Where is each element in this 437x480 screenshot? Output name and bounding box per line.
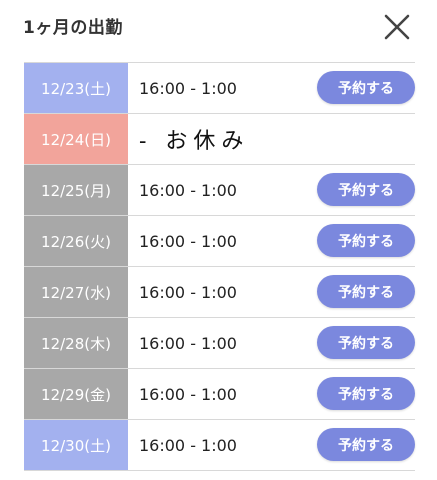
schedule-row: 12/27(水) 16:00 - 1:00 予約する bbox=[24, 267, 415, 318]
close-icon[interactable] bbox=[382, 12, 412, 42]
reserve-button[interactable]: 予約する bbox=[317, 428, 415, 461]
close-icon-graphic bbox=[384, 14, 410, 40]
time-cell: 16:00 - 1:00 bbox=[139, 435, 237, 455]
date-cell: 12/23(土) bbox=[24, 63, 128, 113]
reserve-button[interactable]: 予約する bbox=[317, 71, 415, 104]
page-title: 1ヶ月の出勤 bbox=[23, 18, 123, 38]
date-cell: 12/30(土) bbox=[24, 420, 128, 470]
day-off-label: - お休み bbox=[139, 129, 250, 154]
schedule-row: 12/25(月) 16:00 - 1:00 予約する bbox=[24, 165, 415, 216]
time-cell: 16:00 - 1:00 bbox=[139, 180, 237, 200]
date-cell: 12/28(木) bbox=[24, 318, 128, 368]
reserve-button[interactable]: 予約する bbox=[317, 326, 415, 359]
schedule-row: 12/30(土) 16:00 - 1:00 予約する bbox=[24, 420, 415, 471]
reserve-button[interactable]: 予約する bbox=[317, 173, 415, 206]
reserve-button[interactable]: 予約する bbox=[317, 377, 415, 410]
time-cell: 16:00 - 1:00 bbox=[139, 231, 237, 251]
time-cell: 16:00 - 1:00 bbox=[139, 282, 237, 302]
reserve-button[interactable]: 予約する bbox=[317, 275, 415, 308]
reserve-button[interactable]: 予約する bbox=[317, 224, 415, 257]
date-cell: 12/26(火) bbox=[24, 216, 128, 266]
schedule-row: 12/23(土) 16:00 - 1:00 予約する bbox=[24, 63, 415, 114]
date-cell: 12/27(水) bbox=[24, 267, 128, 317]
time-cell: 16:00 - 1:00 bbox=[139, 78, 237, 98]
date-cell: 12/24(日) bbox=[24, 114, 128, 164]
schedule-row: 12/24(日) - お休み bbox=[24, 114, 415, 165]
schedule-row: 12/28(木) 16:00 - 1:00 予約する bbox=[24, 318, 415, 369]
schedule-row: 12/26(火) 16:00 - 1:00 予約する bbox=[24, 216, 415, 267]
date-cell: 12/25(月) bbox=[24, 165, 128, 215]
date-cell: 12/29(金) bbox=[24, 369, 128, 419]
time-cell: 16:00 - 1:00 bbox=[139, 384, 237, 404]
header: 1ヶ月の出勤 bbox=[0, 0, 437, 56]
time-cell: 16:00 - 1:00 bbox=[139, 333, 237, 353]
schedule-row: 12/29(金) 16:00 - 1:00 予約する bbox=[24, 369, 415, 420]
schedule-table: 12/23(土) 16:00 - 1:00 予約する 12/24(日) - お休… bbox=[24, 62, 415, 471]
